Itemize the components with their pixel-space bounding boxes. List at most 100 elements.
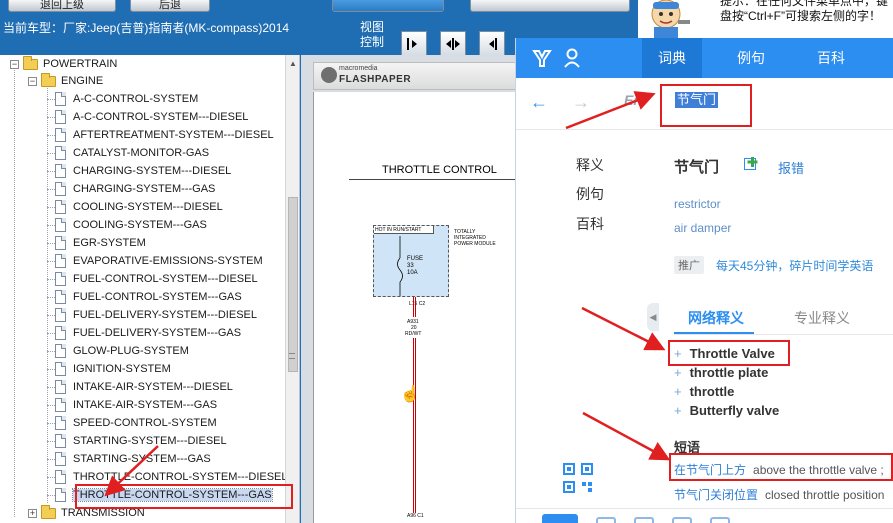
qr-code-icon[interactable] [563,463,593,493]
back-arrow-icon[interactable]: ← [530,92,548,113]
wire-segment-2 [413,338,416,513]
tree-item[interactable]: SPEED-CONTROL-SYSTEM [55,414,217,432]
side-menu-definition[interactable]: 释义 [576,155,604,175]
forward-arrow-icon[interactable]: → [572,92,590,113]
youdao-logo-icon[interactable] [531,47,553,69]
tab-web-meanings[interactable]: 网络释义 [688,308,744,328]
web-meaning-3[interactable]: + throttle [674,384,734,399]
tree-guide-line [47,351,55,352]
collapse-icon[interactable]: − [28,76,37,86]
subtab-divider [674,334,893,335]
language-toggle[interactable]: En [624,92,642,108]
tree-item-label: COOLING-SYSTEM---DIESEL [73,201,223,213]
tab-dictionary[interactable]: 词典 [642,38,702,78]
tree-guide-line [47,405,55,406]
document-icon [55,128,66,142]
tree-item[interactable]: COOLING-SYSTEM---GAS [55,216,207,234]
tree-item[interactable]: GLOW-PLUG-SYSTEM [55,342,189,360]
web-meaning-text: throttle plate [689,365,769,380]
promo-link[interactable]: 每天45分钟，碎片时间学英语 [716,257,873,274]
tree-item-label: STARTING-SYSTEM---GAS [73,453,211,465]
tree-item[interactable]: A-C-CONTROL-SYSTEM [55,90,198,108]
macromedia-logo-icon [321,67,337,83]
tree-item-label: POWERTRAIN [43,58,118,70]
schematic-title-rule [349,179,517,180]
bottom-nav-calendar-icon[interactable] [596,517,616,523]
tree-item[interactable]: AFTERTREATMENT-SYSTEM---DIESEL [55,126,274,144]
collapse-sidebar-icon[interactable]: ◀ [647,303,659,331]
tree-item[interactable]: CHARGING-SYSTEM---DIESEL [55,162,231,180]
connector-top-label: L15 C2 [409,301,426,307]
add-wordbook-icon[interactable] [744,157,760,171]
document-icon [55,488,66,502]
phrase-2[interactable]: 节气门关闭位置 closed throttle position [674,486,884,503]
document-icon [55,362,66,376]
tree-item[interactable]: STARTING-SYSTEM---GAS [55,450,211,468]
tree-item-label: EGR-SYSTEM [73,237,146,249]
tree-item[interactable]: FUEL-DELIVERY-SYSTEM---DIESEL [55,306,257,324]
tree-item-label: FUEL-CONTROL-SYSTEM---GAS [73,291,242,303]
scroll-grip-icon [289,353,295,359]
schematic-page[interactable]: THROTTLE CONTROL HOT IN RUN/START FUSE 3… [313,92,517,523]
tree-item[interactable]: A-C-CONTROL-SYSTEM---DIESEL [55,108,248,126]
fit-width-icon [407,38,417,50]
document-icon [55,290,66,304]
fit-page-button[interactable] [440,31,466,57]
tree-item[interactable]: STARTING-SYSTEM---DIESEL [55,432,227,450]
tree-guide-line [47,315,55,316]
toolbar-button-3[interactable] [332,0,444,12]
expand-plus-icon: + [674,365,682,380]
tip-panel: 提示：在任何文件菜单点中，键盘按“Ctrl+F”可搜索左侧的字！ [638,0,893,38]
scroll-thumb[interactable] [288,197,298,372]
prev-page-button[interactable] [479,31,505,57]
bottom-nav-edit-icon[interactable] [672,517,692,523]
bottom-nav-translate-icon[interactable] [634,517,654,523]
report-error-link[interactable]: 报错 [778,158,804,177]
tree-folder[interactable]: − POWERTRAIN [10,55,117,73]
tree-item[interactable]: COOLING-SYSTEM---DIESEL [55,198,223,216]
bottom-nav-more-icon[interactable] [710,517,730,523]
tree-item-label: IGNITION-SYSTEM [73,363,171,375]
document-icon [55,236,66,250]
fit-width-button[interactable] [401,31,427,57]
tree-item[interactable]: CHARGING-SYSTEM---GAS [55,180,215,198]
wire-segment-1 [413,297,416,317]
tree-item-label: COOLING-SYSTEM---GAS [73,219,207,231]
toolbar-button-4[interactable] [470,0,630,12]
back-to-parent-button[interactable]: 退回上级 [8,0,116,12]
web-meaning-2[interactable]: + throttle plate [674,365,768,380]
tab-professional-meanings[interactable]: 专业释义 [794,308,850,328]
tree-item[interactable]: INTAKE-AIR-SYSTEM---GAS [55,396,217,414]
web-meaning-4[interactable]: + Butterfly valve [674,403,779,418]
document-icon [55,272,66,286]
side-menu-encyclopedia[interactable]: 百科 [576,214,604,234]
tree-item[interactable]: FUEL-CONTROL-SYSTEM---GAS [55,288,242,306]
folder-icon [23,55,38,70]
tree-guide-line [47,261,55,262]
document-icon [55,110,66,124]
mascot-icon [651,0,690,38]
schematic-title: THROTTLE CONTROL [382,164,497,176]
collapse-icon[interactable]: − [10,59,19,69]
user-icon[interactable] [563,48,581,68]
phrase-zh[interactable]: 节气门关闭位置 [674,488,758,502]
tree-item[interactable]: IGNITION-SYSTEM [55,360,171,378]
tab-encyclopedia[interactable]: 百科 [801,38,861,78]
tree-item[interactable]: EGR-SYSTEM [55,234,146,252]
scroll-up-icon[interactable]: ▲ [289,59,297,68]
side-menu-examples[interactable]: 例句 [576,184,604,204]
expand-icon[interactable]: + [28,508,37,518]
bottom-nav-dictionary-icon[interactable] [542,514,578,523]
tree-folder[interactable]: − ENGINE [28,72,103,90]
tab-examples[interactable]: 例句 [721,38,781,78]
dictionary-bottom-bar [516,508,893,523]
tree-scrollbar[interactable]: ▲ [285,55,299,523]
tree-item[interactable]: INTAKE-AIR-SYSTEM---DIESEL [55,378,233,396]
tree-item[interactable]: FUEL-CONTROL-SYSTEM---DIESEL [55,270,258,288]
tree-item[interactable]: EVAPORATIVE-EMISSIONS-SYSTEM [55,252,263,270]
tree-item[interactable]: CATALYST-MONITOR-GAS [55,144,209,162]
document-icon [55,380,66,394]
back-button[interactable]: 后退 [130,0,210,12]
tree-item[interactable]: FUEL-DELIVERY-SYSTEM---GAS [55,324,241,342]
current-vehicle-label: 当前车型：厂家:Jeep(吉普)指南者(MK-compass)2014 [3,21,290,35]
